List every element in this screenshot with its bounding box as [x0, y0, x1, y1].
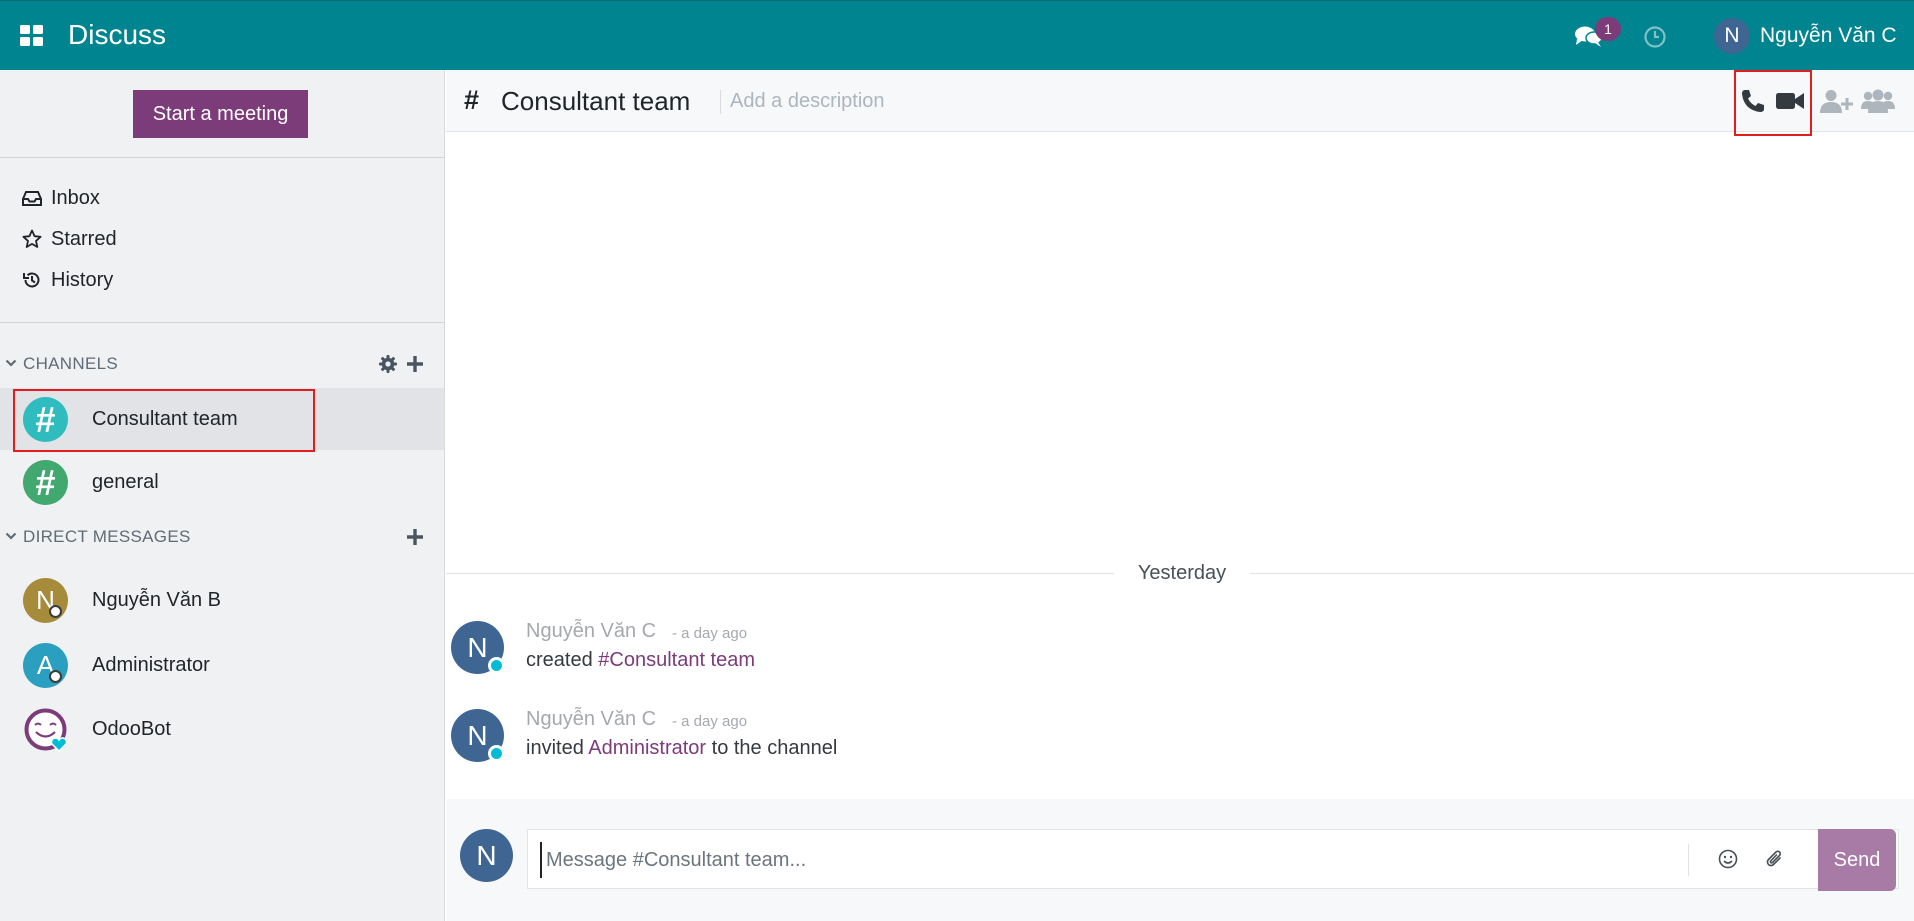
message-text: invited [526, 737, 589, 759]
direct-messages-section-title[interactable]: DIRECT MESSAGES [23, 526, 191, 548]
channel-link[interactable]: #Consultant team [598, 649, 755, 671]
message-item: N Nguyễn Văn C - a day ago invited Admin… [446, 705, 1914, 785]
sidebar-item-starred[interactable]: Starred [0, 219, 444, 259]
notification-badge: 1 [1595, 17, 1621, 41]
direct-messages-section-header[interactable]: DIRECT MESSAGES [0, 522, 444, 552]
add-channel-icon[interactable] [405, 354, 425, 374]
message-date: - a day ago [672, 625, 748, 642]
start-meeting-button[interactable]: Start a meeting [133, 90, 308, 138]
thread-header: # Consultant team Add a description [446, 70, 1914, 132]
inbox-icon [22, 191, 42, 206]
sidebar-item-label: History [51, 269, 114, 291]
sidebar-channel-general[interactable]: # general [0, 451, 444, 513]
channel-hash-icon: # [464, 85, 480, 115]
sidebar-item-inbox[interactable]: Inbox [0, 178, 444, 218]
date-separator-line [1250, 573, 1914, 574]
activity-clock-icon[interactable] [1643, 25, 1667, 49]
channel-hash-icon: # [23, 460, 68, 505]
avatar: A [23, 643, 68, 688]
sidebar-item-label: Inbox [51, 187, 100, 209]
add-direct-message-icon[interactable] [405, 527, 425, 547]
dm-label: Administrator [92, 654, 210, 676]
message-date: - a day ago [672, 713, 748, 730]
thread-title[interactable]: Consultant team [501, 86, 690, 116]
channels-section-header[interactable]: CHANNELS [0, 349, 444, 379]
sidebar-divider [0, 157, 445, 158]
members-icon[interactable] [1860, 88, 1896, 114]
offline-status-icon [49, 670, 62, 683]
channels-section-title[interactable]: CHANNELS [23, 353, 118, 375]
offline-status-icon [49, 605, 62, 618]
user-menu-name[interactable]: Nguyễn Văn C [1760, 24, 1897, 48]
add-user-icon[interactable] [1819, 88, 1853, 114]
apps-grid-icon[interactable] [20, 25, 44, 47]
sidebar-divider [0, 322, 445, 323]
channel-label: general [92, 471, 159, 493]
send-button[interactable]: Send [1818, 829, 1896, 891]
composer: N Send [446, 799, 1914, 921]
message-author[interactable]: Nguyễn Văn C [526, 619, 656, 643]
thread-description-input[interactable]: Add a description [730, 89, 885, 113]
composer-separator [1688, 844, 1689, 876]
top-navbar: Discuss 1 N Nguyễn Văn C [0, 0, 1914, 70]
discuss-sidebar: Start a meeting Inbox Starred History CH… [0, 70, 445, 921]
sidebar-item-label: Starred [51, 228, 117, 250]
chevron-down-icon[interactable] [5, 530, 17, 542]
message-body: invited Administrator to the channel [526, 735, 837, 761]
sidebar-dm-odoobot[interactable]: OdooBot [0, 698, 444, 760]
odoobot-avatar-icon [24, 708, 68, 752]
history-icon [23, 272, 40, 288]
sidebar-dm-administrator[interactable]: A Administrator [0, 634, 444, 696]
emoji-icon[interactable] [1717, 848, 1739, 870]
online-status-icon [488, 657, 505, 674]
title-separator [720, 90, 721, 114]
user-avatar[interactable]: N [1714, 18, 1750, 54]
composer-avatar: N [460, 829, 513, 882]
highlight-box-call-buttons [1734, 70, 1812, 136]
highlight-box-channel [13, 389, 315, 452]
star-icon [22, 229, 42, 248]
dm-label: OdooBot [92, 718, 171, 740]
sidebar-dm-nguyen-van-b[interactable]: N Nguyễn Văn B [0, 569, 444, 631]
message-input[interactable] [540, 842, 1688, 878]
online-status-icon [488, 745, 505, 762]
composer-box [527, 829, 1899, 889]
attachment-paperclip-icon[interactable] [1764, 848, 1786, 870]
message-text: created [526, 649, 599, 671]
date-separator-label: Yesterday [1137, 562, 1227, 584]
message-item: N Nguyễn Văn C - a day ago created #Cons… [446, 617, 1914, 697]
message-text: to the channel [706, 737, 838, 759]
dm-label: Nguyễn Văn B [92, 589, 221, 611]
sidebar-item-history[interactable]: History [0, 260, 444, 300]
message-body: created #Consultant team [526, 647, 755, 673]
avatar: N [23, 578, 68, 623]
chevron-down-icon[interactable] [5, 357, 17, 369]
gear-icon[interactable] [378, 354, 398, 374]
user-link[interactable]: Administrator [588, 737, 706, 759]
date-separator-line [446, 573, 1114, 574]
app-title: Discuss [68, 19, 167, 50]
message-author[interactable]: Nguyễn Văn C [526, 707, 656, 731]
